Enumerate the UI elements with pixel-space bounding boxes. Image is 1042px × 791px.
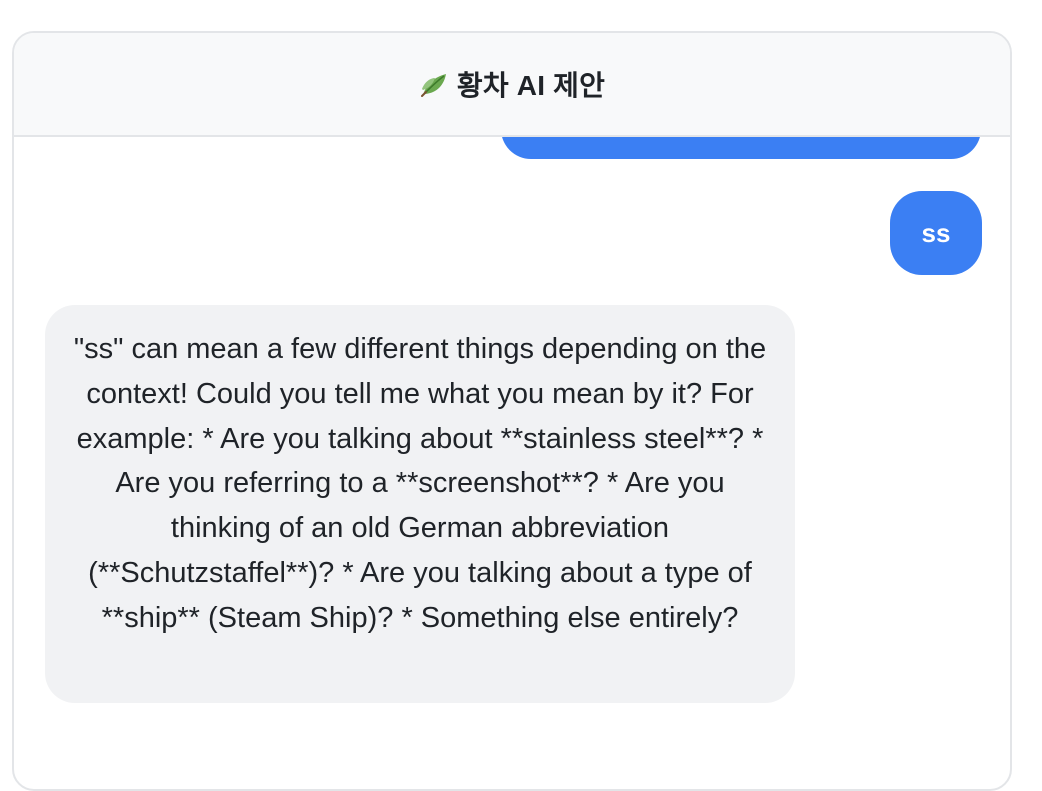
user-message-bubble <box>501 137 981 159</box>
message-list[interactable]: ss "ss" can mean a few different things … <box>14 137 1010 789</box>
panel-title: 황차 AI 제안 <box>456 70 606 101</box>
user-message-bubble: ss <box>890 191 982 275</box>
assistant-message-bubble: "ss" can mean a few different things dep… <box>45 305 795 703</box>
chat-panel: 황차 AI 제안 ss "ss" can mean a few differen… <box>12 31 1012 791</box>
leaf-icon <box>419 69 449 99</box>
chat-header: 황차 AI 제안 <box>14 33 1010 137</box>
